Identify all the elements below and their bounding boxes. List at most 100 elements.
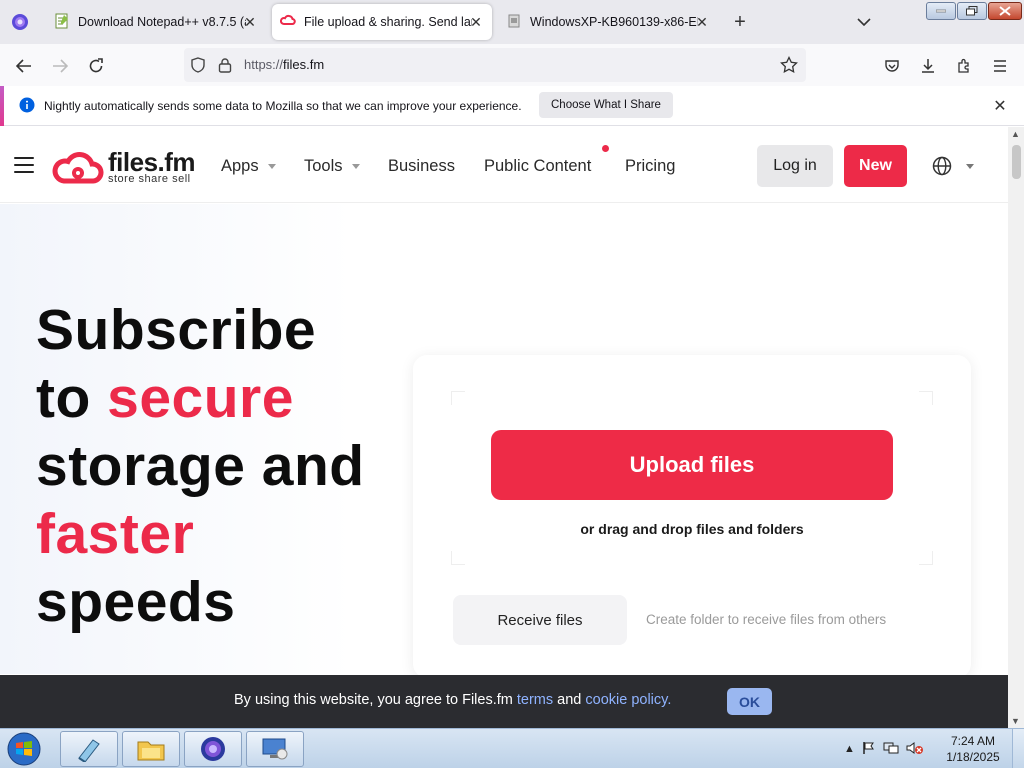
cookie-consent-banner: By using this website, you agree to File… [0, 675, 1008, 728]
dropzone-corner [919, 551, 933, 565]
terms-link[interactable]: terms [517, 692, 553, 708]
scroll-down-arrow-icon[interactable]: ▼ [1011, 716, 1020, 726]
browser-navigation-bar: https://files.fm [0, 44, 1024, 86]
scroll-up-arrow-icon[interactable]: ▲ [1011, 129, 1020, 139]
restore-window-icon[interactable] [957, 2, 987, 20]
lock-icon[interactable] [218, 57, 232, 78]
upload-files-button[interactable]: Upload files [491, 430, 893, 500]
window-controls [926, 2, 1022, 20]
show-hidden-icons-arrow-icon[interactable]: ▲ [844, 743, 855, 755]
url-scheme: https:// [244, 57, 284, 72]
tab-title: File upload & sharing. Send larg [304, 15, 472, 29]
drag-drop-hint: or drag and drop files and folders [580, 521, 804, 537]
choose-what-i-share-button[interactable]: Choose What I Share [539, 92, 673, 118]
address-bar[interactable]: https://files.fm [184, 48, 806, 82]
close-tab-icon[interactable]: ✕ [242, 14, 258, 30]
download-file-tab-icon [506, 13, 522, 32]
nav-tools[interactable]: Tools [304, 157, 360, 176]
taskbar-notepad-icon[interactable] [60, 731, 118, 767]
site-menu-hamburger-icon[interactable] [14, 157, 34, 173]
dropzone-corner [919, 391, 933, 405]
cookie-text-prefix: By using this website, you agree to File… [234, 692, 517, 708]
browser-tab-bar: Download Notepad++ v8.7.5 (a ✕ File uplo… [0, 0, 1024, 44]
close-window-icon[interactable] [988, 2, 1022, 20]
cloud-logo-icon [52, 152, 104, 184]
hero-headline: Subscribe to secure storage and faster s… [36, 296, 365, 636]
telemetry-notification-bar: Nightly automatically sends some data to… [0, 86, 1024, 126]
notification-text: Nightly automatically sends some data to… [44, 99, 522, 113]
new-button[interactable]: New [844, 145, 907, 187]
files-fm-logo[interactable]: files.fm store share sell [52, 147, 202, 187]
login-button[interactable]: Log in [757, 145, 833, 187]
bookmark-star-icon[interactable] [780, 55, 798, 79]
clock-time: 7:24 AM [950, 734, 996, 748]
dropzone-corner [451, 391, 465, 405]
language-globe-icon[interactable] [932, 156, 952, 176]
tab-title: WindowsXP-KB960139-x86-ENU [530, 15, 698, 29]
headline-line-1: Subscribe [36, 298, 317, 362]
system-clock[interactable]: 7:24 AM 1/18/2025 [942, 733, 1004, 765]
url-text[interactable]: https://files.fm [244, 57, 324, 72]
web-page: files.fm store share sell Apps Tools Bus… [0, 127, 1008, 728]
hero-section: Subscribe to secure storage and faster s… [0, 204, 1008, 678]
new-tab-plus-icon[interactable]: + [728, 10, 752, 34]
tab-windowsxp-update[interactable]: WindowsXP-KB960139-x86-ENU ✕ [498, 4, 718, 40]
taskbar-remote-desktop-icon[interactable] [246, 731, 304, 767]
nav-apps-label: Apps [221, 157, 259, 175]
notepad-tab-icon [54, 13, 70, 32]
pocket-icon[interactable] [878, 52, 906, 80]
cookie-text: By using this website, you agree to File… [234, 692, 671, 708]
volume-muted-icon[interactable] [906, 741, 924, 758]
network-icon[interactable] [883, 741, 899, 758]
tab-title: Download Notepad++ v8.7.5 (a [78, 15, 246, 29]
page-scrollbar[interactable]: ▲ ▼ [1008, 127, 1024, 728]
headline-word-to: to [36, 366, 108, 430]
app-menu-hamburger-icon[interactable] [986, 52, 1014, 80]
tab-notepad[interactable]: Download Notepad++ v8.7.5 (a ✕ [46, 4, 266, 40]
headline-line-3: storage and [36, 434, 365, 498]
close-tab-icon[interactable]: ✕ [468, 14, 484, 30]
nav-public-content[interactable]: Public Content [484, 157, 591, 176]
upload-card: Upload files or drag and drop files and … [413, 355, 971, 678]
tab-files-fm[interactable]: File upload & sharing. Send larg ✕ [272, 4, 492, 40]
system-tray: ▲ [844, 735, 924, 763]
headline-line-2: to secure [36, 364, 365, 432]
info-icon [19, 97, 35, 118]
show-desktop-button[interactable] [1012, 729, 1024, 768]
nav-apps[interactable]: Apps [221, 157, 276, 176]
dropzone-corner [451, 551, 465, 565]
taskbar-firefox-nightly-icon[interactable] [184, 731, 242, 767]
back-arrow-icon[interactable] [10, 52, 38, 80]
dropdown-caret-icon [267, 164, 276, 169]
nav-business[interactable]: Business [388, 157, 455, 176]
scrollbar-thumb[interactable] [1012, 145, 1021, 179]
cookie-policy-link[interactable]: cookie policy. [585, 692, 671, 708]
receive-files-button[interactable]: Receive files [453, 595, 627, 645]
nav-pricing[interactable]: Pricing [625, 157, 675, 176]
cookie-ok-button[interactable]: OK [727, 688, 772, 715]
url-host: files.fm [283, 57, 325, 72]
language-dropdown-caret-icon[interactable] [966, 164, 974, 169]
dropdown-caret-icon [351, 164, 360, 169]
files-fm-tab-icon [279, 13, 296, 32]
minimize-window-icon[interactable] [926, 2, 956, 20]
receive-files-description: Create folder to receive files from othe… [646, 612, 887, 627]
tracking-protection-shield-icon[interactable] [190, 57, 206, 78]
taskbar-file-explorer-icon[interactable] [122, 731, 180, 767]
action-center-flag-icon[interactable] [862, 741, 876, 758]
reload-icon[interactable] [82, 52, 110, 80]
site-header: files.fm store share sell Apps Tools Bus… [0, 127, 1008, 203]
start-button-windows-icon[interactable] [4, 731, 44, 767]
logo-tagline: store share sell [108, 173, 191, 185]
close-notification-icon[interactable]: ✕ [990, 96, 1010, 116]
downloads-icon[interactable] [914, 52, 942, 80]
list-all-tabs-chevron-icon[interactable] [852, 10, 876, 34]
nav-tools-label: Tools [304, 157, 343, 175]
close-tab-icon[interactable]: ✕ [694, 14, 710, 30]
forward-arrow-icon[interactable] [46, 52, 74, 80]
notification-dot [602, 145, 609, 152]
windows-taskbar: ▲ 7:24 AM 1/18/2025 [0, 728, 1024, 768]
clock-date: 1/18/2025 [946, 750, 1000, 764]
extensions-puzzle-icon[interactable] [950, 52, 978, 80]
firefox-view-icon[interactable] [8, 10, 32, 34]
